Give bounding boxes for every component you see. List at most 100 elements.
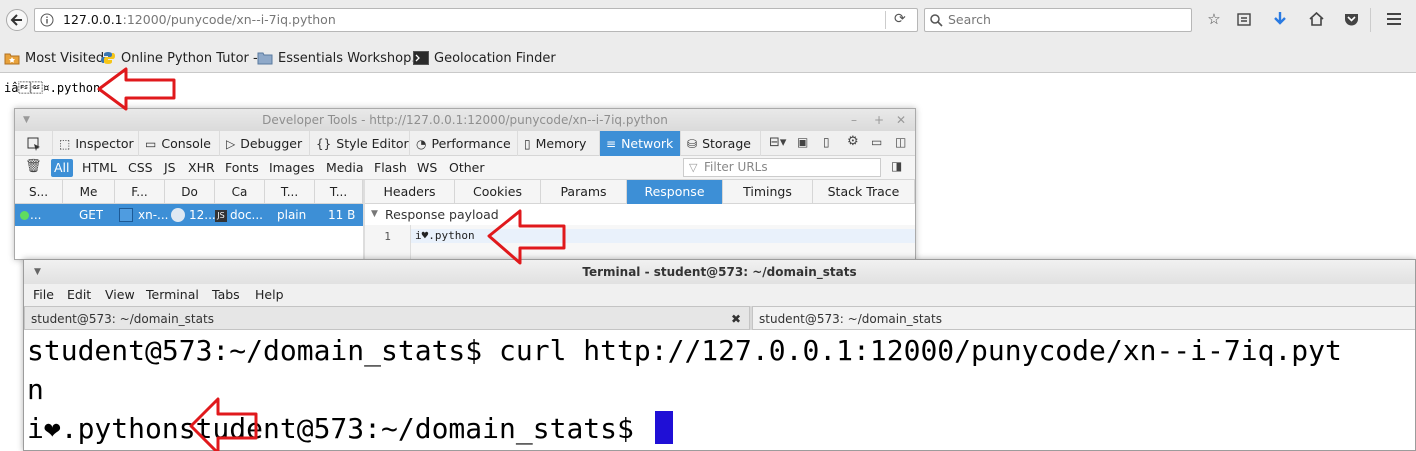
bookmark-star-icon[interactable]: ☆ bbox=[1204, 9, 1224, 29]
filter-css[interactable]: CSS bbox=[125, 159, 156, 177]
pocket-icon[interactable] bbox=[1341, 9, 1361, 29]
bookmark-geolocation-finder[interactable]: Geolocation Finder bbox=[413, 49, 556, 67]
menu-terminal[interactable]: Terminal bbox=[146, 287, 199, 302]
filter-fonts[interactable]: Fonts bbox=[222, 159, 262, 177]
menu-help[interactable]: Help bbox=[255, 287, 284, 302]
terminal-tab-2[interactable]: student@573: ~/domain_stats bbox=[752, 306, 1415, 330]
settings-gear-icon[interactable]: ⚙ bbox=[847, 134, 859, 149]
cell-file: xn-... bbox=[138, 208, 169, 222]
close-icon[interactable]: ✕ bbox=[896, 109, 906, 131]
cell-type: plain bbox=[277, 208, 307, 222]
tab-network[interactable]: ≡ Network bbox=[600, 131, 681, 156]
back-button[interactable] bbox=[6, 9, 28, 31]
python-icon bbox=[101, 52, 115, 64]
filter-urls-input[interactable]: ▽ Filter URLs bbox=[683, 158, 881, 177]
table-row[interactable]: ... GET xn-... 12... JS doc... plain 11 … bbox=[15, 204, 363, 226]
col-type[interactable]: T... bbox=[265, 180, 315, 204]
request-table-header: S... Me F... Do Ca T... T... bbox=[15, 180, 363, 204]
tab-cookies[interactable]: Cookies bbox=[455, 180, 541, 204]
window-menu-icon[interactable]: ▼ bbox=[23, 109, 30, 131]
devtools-title: Developer Tools - http://127.0.0.1:12000… bbox=[262, 113, 668, 127]
line-number: 1 bbox=[365, 225, 411, 259]
tab-label: Performance bbox=[431, 136, 511, 151]
tab-params[interactable]: Params bbox=[541, 180, 627, 204]
col-file[interactable]: F... bbox=[115, 180, 165, 204]
menu-hamburger-icon[interactable] bbox=[1384, 9, 1404, 29]
maximize-icon[interactable]: + bbox=[874, 109, 884, 131]
close-tab-icon[interactable]: ✖ bbox=[731, 307, 741, 331]
minimize-icon[interactable]: – bbox=[851, 109, 857, 131]
tab-label: Inspector bbox=[75, 136, 134, 151]
back-arrow-icon bbox=[10, 14, 22, 26]
terminal-tab-1[interactable]: student@573: ~/domain_stats ✖ bbox=[24, 306, 750, 330]
scratchpad-icon[interactable]: ▣ bbox=[797, 135, 808, 149]
url-bar[interactable]: 127.0.0.1:12000/punycode/xn--i-7iq.pytho… bbox=[34, 8, 918, 32]
reload-icon[interactable]: ⟳ bbox=[894, 11, 906, 27]
bookmark-essentials-workshop[interactable]: Essentials Workshop... bbox=[257, 49, 424, 67]
tab-inspector[interactable]: ⬚ Inspector bbox=[53, 131, 139, 156]
menu-view[interactable]: View bbox=[105, 287, 135, 302]
col-method[interactable]: Me bbox=[63, 180, 115, 204]
reading-list-icon[interactable] bbox=[1234, 9, 1254, 29]
filter-html[interactable]: HTML bbox=[79, 159, 120, 177]
tab-headers[interactable]: Headers bbox=[365, 180, 455, 204]
tab-storage[interactable]: ⛁ Storage bbox=[681, 131, 761, 156]
file-thumb-icon bbox=[119, 208, 133, 222]
tab-console[interactable]: ▭ Console bbox=[139, 131, 220, 156]
dock-side-icon[interactable]: ◫ bbox=[895, 135, 906, 149]
menu-edit[interactable]: Edit bbox=[67, 287, 91, 302]
terminal-titlebar: ▼ Terminal - student@573: ~/domain_stats bbox=[24, 260, 1415, 284]
info-icon[interactable] bbox=[40, 13, 54, 27]
tab-performance[interactable]: ◔ Performance bbox=[410, 131, 518, 156]
network-icon: ≡ bbox=[606, 136, 617, 151]
annotation-arrow-icon bbox=[487, 209, 566, 265]
cell-domain: 12... bbox=[189, 208, 216, 222]
cell-method: GET bbox=[79, 208, 104, 222]
col-cause[interactable]: Ca bbox=[215, 180, 265, 204]
toggle-sidebar-icon[interactable]: ◨ bbox=[891, 159, 902, 173]
filter-js[interactable]: JS bbox=[161, 159, 179, 177]
cell-transferred: 11 B bbox=[328, 208, 356, 222]
col-transferred[interactable]: T... bbox=[315, 180, 363, 204]
col-domain[interactable]: Do bbox=[165, 180, 215, 204]
style-editor-icon: {} bbox=[316, 136, 332, 151]
devtools-toolbar: ⬚ Inspector ▭ Console ▷ Debugger {} Style Ed… bbox=[15, 131, 915, 156]
dock-bottom-icon[interactable]: ▭ bbox=[871, 135, 882, 149]
tab-timings[interactable]: Timings bbox=[723, 180, 813, 204]
tab-memory[interactable]: ▯ Memory bbox=[518, 131, 600, 156]
tab-debugger[interactable]: ▷ Debugger bbox=[220, 131, 310, 156]
storage-icon: ⛁ bbox=[687, 136, 698, 151]
downloads-icon[interactable] bbox=[1270, 9, 1290, 29]
filter-images[interactable]: Images bbox=[266, 159, 318, 177]
pick-element-icon[interactable] bbox=[15, 131, 53, 156]
tab-label: Style Editor bbox=[336, 136, 409, 151]
home-icon[interactable] bbox=[1306, 9, 1326, 29]
window-menu-icon[interactable]: ▼ bbox=[34, 260, 41, 284]
filter-ws[interactable]: WS bbox=[414, 159, 440, 177]
search-icon bbox=[930, 14, 943, 27]
more-tools-icon[interactable]: ⊟▾ bbox=[769, 135, 786, 150]
menu-tabs[interactable]: Tabs bbox=[212, 287, 240, 302]
terminal-tabbar: student@573: ~/domain_stats ✖ student@57… bbox=[24, 306, 1415, 330]
responsive-design-icon[interactable]: ▯ bbox=[823, 135, 830, 149]
filter-all[interactable]: All bbox=[51, 159, 73, 177]
filter-flash[interactable]: Flash bbox=[371, 159, 410, 177]
menu-file[interactable]: File bbox=[33, 287, 54, 302]
filter-xhr[interactable]: XHR bbox=[185, 159, 218, 177]
tab-stack-trace[interactable]: Stack Trace bbox=[813, 180, 915, 204]
filter-media[interactable]: Media bbox=[323, 159, 367, 177]
response-code-view: 1 i♥.python bbox=[365, 225, 915, 259]
bookmark-most-visited[interactable]: Most Visited bbox=[4, 49, 104, 67]
search-bar[interactable]: Search bbox=[924, 8, 1192, 32]
response-payload-header[interactable]: ▼ Response payload bbox=[365, 204, 915, 225]
tab-response[interactable]: Response bbox=[627, 180, 723, 204]
col-status[interactable]: S... bbox=[15, 180, 63, 204]
tab-style-editor[interactable]: {} Style Editor bbox=[310, 131, 410, 156]
terminal-line: n bbox=[27, 373, 44, 406]
bookmark-online-python-tutor[interactable]: Online Python Tutor -... bbox=[100, 49, 270, 67]
tab-label: Debugger bbox=[240, 136, 303, 151]
cell-status: ... bbox=[30, 208, 42, 222]
trash-icon[interactable]: 🗑 bbox=[25, 159, 42, 174]
filter-other[interactable]: Other bbox=[446, 159, 488, 177]
globe-icon bbox=[171, 208, 185, 222]
